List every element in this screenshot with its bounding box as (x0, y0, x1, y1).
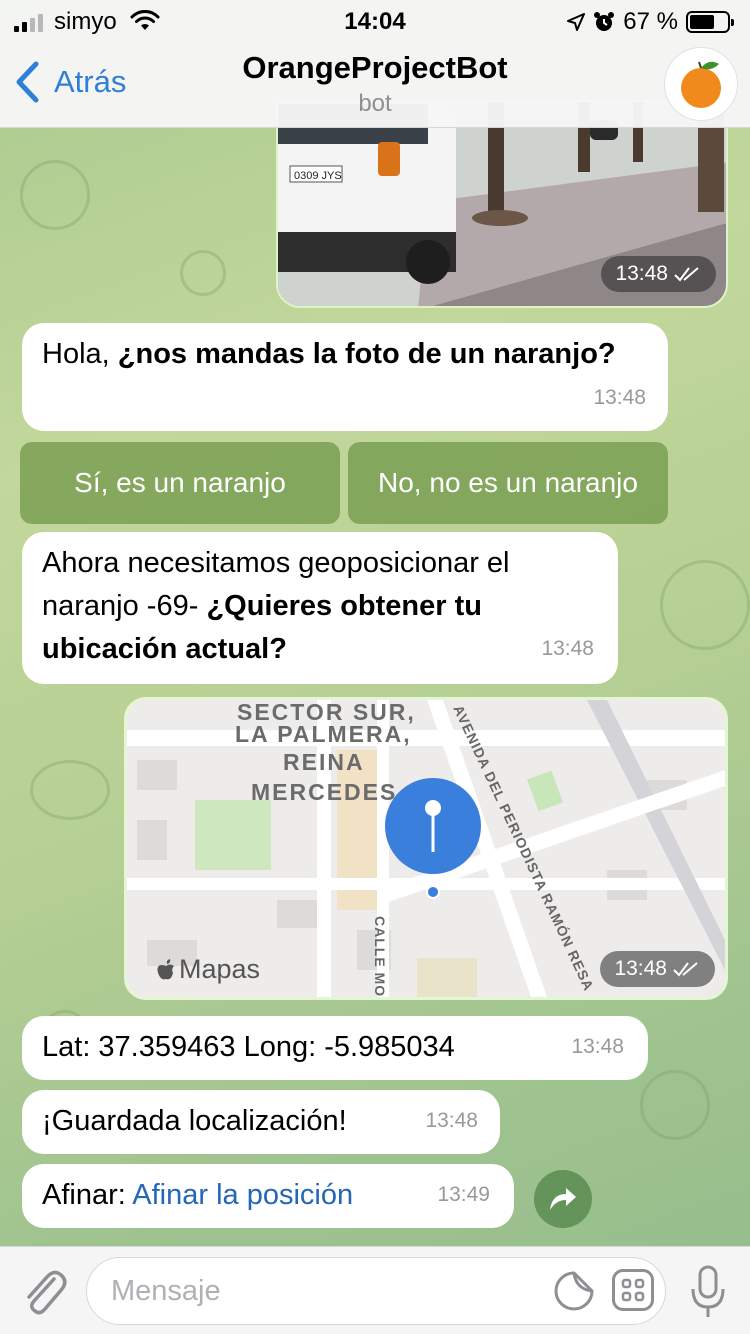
navigation-bar: simyo 14:04 67 % Atrás OrangeProjectBot … (0, 0, 750, 128)
message-time: 13:48 (571, 1035, 624, 1058)
message-input-bar (0, 1246, 750, 1334)
battery-icon (686, 11, 734, 33)
sticker-icon[interactable] (554, 1271, 594, 1311)
paperclip-icon[interactable] (20, 1265, 68, 1317)
map-timestamp: 13:48 (600, 951, 715, 987)
message-text: Lat: 37.359463 Long: -5.985034 (42, 1031, 455, 1063)
status-bar: simyo 14:04 67 % (0, 8, 750, 38)
maps-brand: Mapas (155, 954, 260, 985)
message-time: 13:48 (541, 637, 594, 660)
command-icon[interactable] (612, 1269, 654, 1311)
refine-position-link[interactable]: Afinar la posición (132, 1179, 353, 1211)
share-icon (550, 1188, 576, 1210)
microphone-icon[interactable] (690, 1263, 726, 1321)
double-check-icon (673, 962, 698, 977)
message-bubble-saved: ¡Guardada localización! 13:48 (22, 1090, 500, 1154)
message-bubble-refine: Afinar: Afinar la posición 13:49 (22, 1164, 514, 1228)
message-text: Afinar: (42, 1179, 133, 1211)
message-bubble-greeting: Hola, ¿nos mandas la foto de un naranjo?… (22, 323, 668, 431)
message-time: 13:48 (425, 1109, 478, 1132)
avatar[interactable] (664, 47, 738, 121)
message-bold-text: ¿nos mandas la foto de un naranjo? (117, 338, 616, 370)
photo-timestamp: 13:48 (601, 256, 716, 292)
photo-message[interactable]: 0309 JYS 13:48 (276, 100, 728, 308)
svg-text:MERCEDES: MERCEDES (251, 779, 397, 805)
message-time: 13:48 (593, 386, 646, 409)
chat-title-block[interactable]: OrangeProjectBot bot (0, 50, 750, 118)
share-button[interactable] (534, 1170, 592, 1228)
message-time: 13:49 (437, 1183, 490, 1206)
orange-fruit-icon (681, 61, 721, 108)
svg-text:REINA: REINA (283, 749, 365, 775)
yes-orange-tree-button[interactable]: Sí, es un naranjo (20, 442, 340, 524)
svg-text:CALLE MO: CALLE MO (372, 916, 388, 997)
alarm-icon (594, 12, 615, 31)
chat-subtitle: bot (358, 90, 392, 117)
double-check-icon (674, 267, 699, 282)
map-pin-icon (385, 778, 481, 899)
svg-text:LA PALMERA,: LA PALMERA, (235, 721, 412, 747)
chat-title: OrangeProjectBot (242, 50, 508, 85)
message-text: ¡Guardada localización! (42, 1105, 347, 1137)
location-arrow-icon (567, 13, 586, 31)
no-orange-tree-button[interactable]: No, no es un naranjo (348, 442, 668, 524)
battery-percent: 67 % (623, 8, 678, 35)
message-bubble-latlong: Lat: 37.359463 Long: -5.985034 13:48 (22, 1016, 648, 1080)
apple-logo-icon (157, 958, 174, 979)
message-bubble-geo: Ahora necesitamos geoposicionar el naran… (22, 532, 618, 684)
location-map-message[interactable]: SECTOR SUR, LA PALMERA, REINA MERCEDES A… (124, 697, 728, 1000)
message-text: Hola, (42, 338, 118, 370)
svg-text:0309 JYS: 0309 JYS (294, 170, 342, 182)
